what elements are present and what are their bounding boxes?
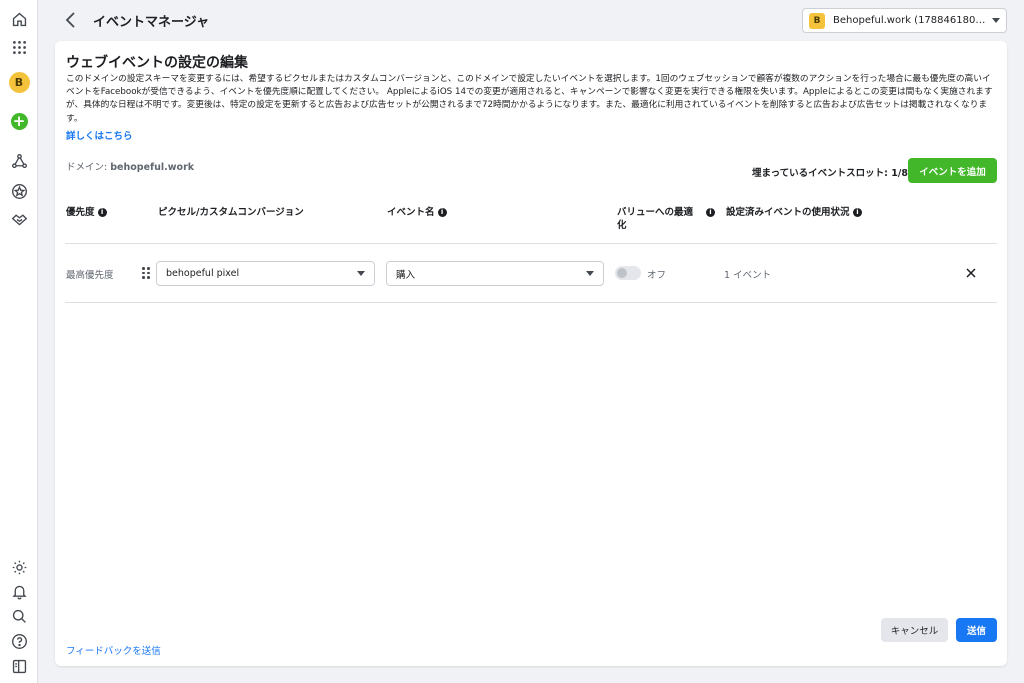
chevron-down-icon	[586, 271, 594, 276]
web-event-settings-card: ウェブイベントの設定の編集 このドメインの設定スキーマを変更するには、希望するピ…	[55, 41, 1007, 666]
table-divider	[65, 302, 997, 303]
account-selector[interactable]: B Behopeful.work (17884618065777...	[802, 8, 1007, 33]
chevron-down-icon	[992, 18, 1000, 23]
left-rail: B +	[0, 0, 38, 683]
table-divider	[65, 243, 997, 244]
value-optimization-info: i	[703, 206, 715, 219]
column-label-event-name: イベント名	[387, 207, 435, 218]
column-label-priority: 優先度	[66, 207, 95, 218]
send-feedback-link[interactable]: フィードバックを送信	[66, 643, 161, 657]
apps-grid-icon[interactable]	[8, 36, 30, 58]
value-optimization-toggle[interactable]	[615, 266, 641, 280]
help-icon[interactable]	[8, 630, 30, 652]
column-header-event-name: イベント名 i	[387, 206, 447, 219]
chevron-down-icon	[357, 271, 365, 276]
pixel-select-value: behopeful pixel	[166, 268, 240, 279]
account-badge: B	[809, 12, 825, 29]
card-title: ウェブイベントの設定の編集	[66, 55, 248, 71]
drag-handle-icon[interactable]	[142, 267, 150, 279]
row-priority-label: 最高優先度	[66, 270, 114, 281]
toggle-state-label: オフ	[647, 270, 667, 281]
panel-toggle-icon[interactable]	[8, 655, 30, 677]
home-icon[interactable]	[8, 8, 30, 30]
column-header-usage: 設定済みイベントの使用状況	[726, 206, 850, 219]
info-icon[interactable]: i	[853, 208, 862, 217]
search-icon[interactable]	[8, 605, 30, 627]
column-label-pixel: ピクセル/カスタムコンバージョン	[158, 207, 304, 218]
event-name-select-value: 購入	[396, 269, 416, 281]
pixel-select[interactable]: behopeful pixel	[156, 261, 375, 286]
star-icon[interactable]	[8, 180, 30, 202]
partner-handshake-icon[interactable]	[8, 208, 30, 230]
domain-value: behopeful.work	[110, 162, 195, 173]
settings-gear-icon[interactable]	[8, 556, 30, 578]
domain-line: ドメイン: behopeful.work	[66, 159, 194, 173]
avatar-letter: B	[8, 71, 30, 93]
remove-row-close-icon[interactable]	[964, 266, 978, 280]
learn-more-link[interactable]: 詳しくはこちら	[66, 128, 133, 142]
column-header-value-optimization: バリューへの最適化	[617, 206, 693, 232]
page-title: イベントマネージャ	[93, 15, 210, 30]
cancel-button[interactable]: キャンセル	[881, 618, 948, 642]
create-plus-icon[interactable]: +	[8, 110, 30, 132]
column-label-usage: 設定済みイベントの使用状況	[726, 207, 850, 218]
add-event-button[interactable]: イベントを追加	[908, 158, 997, 183]
event-slots-count: 埋まっているイベントスロット: 1/8	[752, 168, 908, 179]
column-header-pixel: ピクセル/カスタムコンバージョン	[158, 206, 304, 219]
notifications-bell-icon[interactable]	[8, 580, 30, 602]
info-icon[interactable]: i	[97, 208, 107, 217]
submit-button[interactable]: 送信	[956, 618, 997, 642]
column-label-value-optimization: バリューへの最適化	[617, 207, 694, 231]
account-name: Behopeful.work (17884618065777...	[833, 15, 986, 26]
event-name-select[interactable]: 購入	[386, 261, 604, 286]
back-chevron-icon[interactable]	[62, 10, 80, 30]
description-text: このドメインの設定スキーマを変更するには、希望するピクセルまたはカスタムコンバー…	[66, 74, 993, 124]
data-sources-icon[interactable]	[8, 150, 30, 172]
domain-label: ドメイン:	[66, 162, 108, 173]
usage-info: i	[850, 206, 862, 219]
info-icon[interactable]: i	[706, 208, 715, 217]
column-header-priority: 優先度 i	[66, 206, 107, 219]
account-avatar[interactable]: B	[8, 71, 30, 93]
info-icon[interactable]: i	[437, 208, 447, 217]
usage-count: 1 イベント	[724, 270, 772, 281]
